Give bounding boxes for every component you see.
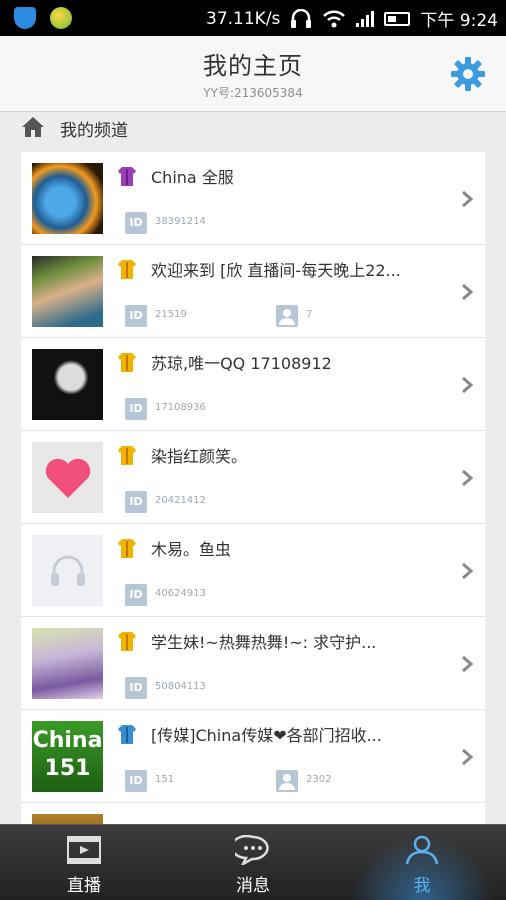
battery-icon <box>384 11 411 26</box>
page-header: 我的主页 YY号:213605384 <box>0 36 506 112</box>
channel-id: 20421412 <box>155 495 206 506</box>
online-count: 2302 <box>306 774 332 785</box>
rank-icon <box>118 353 136 372</box>
id-icon: ID <box>125 677 147 699</box>
channel-name: 染指红颜笑。 <box>151 447 248 466</box>
tab-label: 消息 <box>236 876 270 896</box>
rank-icon <box>118 632 136 651</box>
online-count: 7 <box>306 309 313 320</box>
tab-messages[interactable]: 消息 <box>169 825 337 900</box>
clock: 下午 9:24 <box>420 11 498 31</box>
person-icon <box>405 835 439 865</box>
channel-row[interactable]: 苏琼,唯一QQ 17108912 ID 17108936 <box>21 338 485 431</box>
tab-me[interactable]: 我 <box>338 825 506 900</box>
channel-id: 40624913 <box>155 588 206 599</box>
bottom-nav: 直播 消息 我 <box>0 824 506 900</box>
yy-number: YY号:213605384 <box>203 86 303 100</box>
gear-icon[interactable] <box>450 56 486 92</box>
id-icon: ID <box>125 770 147 792</box>
channel-list: China 全服 ID 38391214 欢迎来到 [欣 直播间-每天晚上22.… <box>21 152 485 824</box>
chevron-right-icon <box>462 283 473 301</box>
shield-icon <box>14 7 36 29</box>
channel-name: [传媒]China传媒❤各部门招收... <box>151 726 382 745</box>
section-title: 我的频道 <box>60 121 128 141</box>
film-icon <box>67 836 101 864</box>
channel-avatar <box>32 535 103 606</box>
chevron-right-icon <box>462 469 473 487</box>
channel-name: 学生妹!~热舞热舞!~: 求守护... <box>151 633 377 652</box>
channel-row[interactable] <box>21 803 485 824</box>
my-channels-section: 我的频道 <box>0 112 506 152</box>
channel-id: 50804113 <box>155 681 206 692</box>
chevron-right-icon <box>462 376 473 394</box>
channel-name: 欢迎来到 [欣 直播间-每天晚上22... <box>151 261 401 280</box>
wifi-icon <box>323 10 346 27</box>
id-icon: ID <box>125 491 147 513</box>
channel-row[interactable]: 染指红颜笑。 ID 20421412 <box>21 431 485 524</box>
home-icon <box>22 117 44 137</box>
page-title: 我的主页 <box>203 52 303 80</box>
channel-id: 17108936 <box>155 402 206 413</box>
chat-bubble-icon <box>235 835 269 865</box>
tab-live[interactable]: 直播 <box>0 825 168 900</box>
channel-avatar <box>32 256 103 327</box>
channel-id: 21519 <box>155 309 187 320</box>
chevron-right-icon <box>462 190 473 208</box>
channel-row[interactable]: 学生妹!~热舞热舞!~: 求守护... ID 50804113 <box>21 617 485 710</box>
channel-row[interactable]: 欢迎来到 [欣 直播间-每天晚上22... ID 21519 7 <box>21 245 485 338</box>
rank-icon <box>118 446 136 465</box>
channel-name: 木易。鱼虫 <box>151 540 232 559</box>
channel-id: 38391214 <box>155 216 206 227</box>
channel-row[interactable]: China 全服 ID 38391214 <box>21 152 485 245</box>
heart-icon <box>45 458 90 498</box>
channel-avatar <box>32 628 103 699</box>
id-icon: ID <box>125 584 147 606</box>
network-speed: 37.11K/s <box>206 8 281 29</box>
channel-row[interactable]: 木易。鱼虫 ID 40624913 <box>21 524 485 617</box>
tab-label: 直播 <box>67 876 101 896</box>
channel-avatar <box>32 163 103 234</box>
channel-id: 151 <box>155 774 175 785</box>
id-icon: ID <box>125 212 147 234</box>
rank-icon <box>118 539 136 558</box>
rank-icon <box>118 260 136 279</box>
channel-name: China 全服 <box>151 168 234 187</box>
user-icon <box>276 770 298 792</box>
channel-avatar <box>32 442 103 513</box>
channel-avatar: China 151 <box>32 721 103 792</box>
headphones-icon <box>50 555 85 586</box>
rank-icon <box>118 167 136 186</box>
rank-icon <box>118 725 136 744</box>
tab-label: 我 <box>413 876 431 896</box>
channel-row[interactable]: China 151 [传媒]China传媒❤各部门招收... ID 151 23… <box>21 710 485 803</box>
chevron-right-icon <box>462 655 473 673</box>
id-icon: ID <box>125 398 147 420</box>
chevron-right-icon <box>462 748 473 766</box>
app-icon <box>50 7 72 29</box>
signal-icon <box>356 10 375 27</box>
channel-avatar <box>32 349 103 420</box>
status-bar: 37.11K/s 下午 9:24 <box>0 0 506 36</box>
chevron-right-icon <box>462 562 473 580</box>
id-icon: ID <box>125 305 147 327</box>
channel-name: 苏琼,唯一QQ 17108912 <box>151 354 332 373</box>
user-icon <box>276 305 298 327</box>
headset-icon <box>291 8 312 28</box>
channel-avatar <box>32 814 103 824</box>
